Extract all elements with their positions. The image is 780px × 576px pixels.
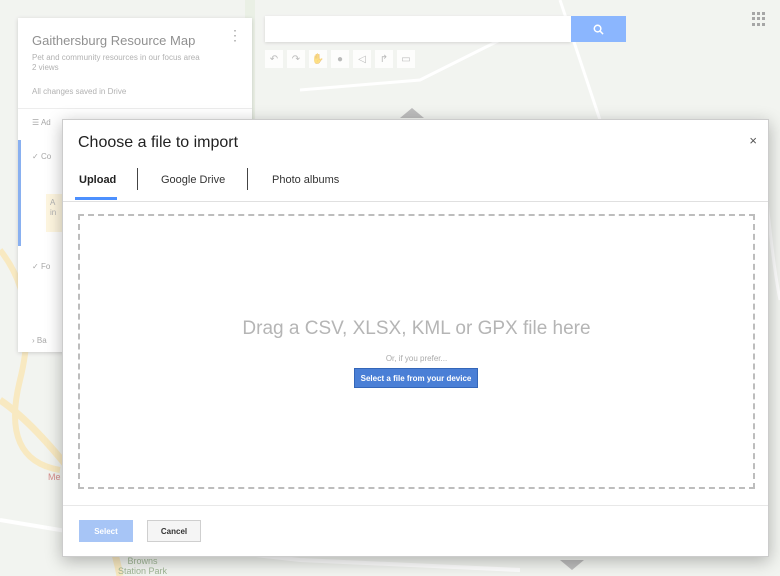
tab-separator [137,168,138,190]
close-icon[interactable]: × [749,134,757,148]
active-tab-indicator [75,197,117,200]
drop-zone-text: Drag a CSV, XLSX, KML or GPX file here [242,318,591,339]
import-source-tabs: Upload Google Drive Photo albums [63,164,768,202]
tab-upload[interactable]: Upload [79,174,116,186]
dialog-footer-divider [63,505,768,506]
tab-google-drive[interactable]: Google Drive [161,174,225,186]
file-drop-zone[interactable]: Drag a CSV, XLSX, KML or GPX file here O… [78,214,755,489]
tab-separator [247,168,248,190]
cancel-button[interactable]: Cancel [147,520,201,542]
tab-photo-albums[interactable]: Photo albums [272,174,339,186]
select-from-device-button[interactable]: Select a file from your device [354,368,478,388]
dialog-title: Choose a file to import [78,134,239,151]
or-text: Or, if you prefer... [385,354,448,363]
select-button[interactable]: Select [79,520,133,542]
import-file-dialog: Choose a file to import × Upload Google … [62,119,769,557]
